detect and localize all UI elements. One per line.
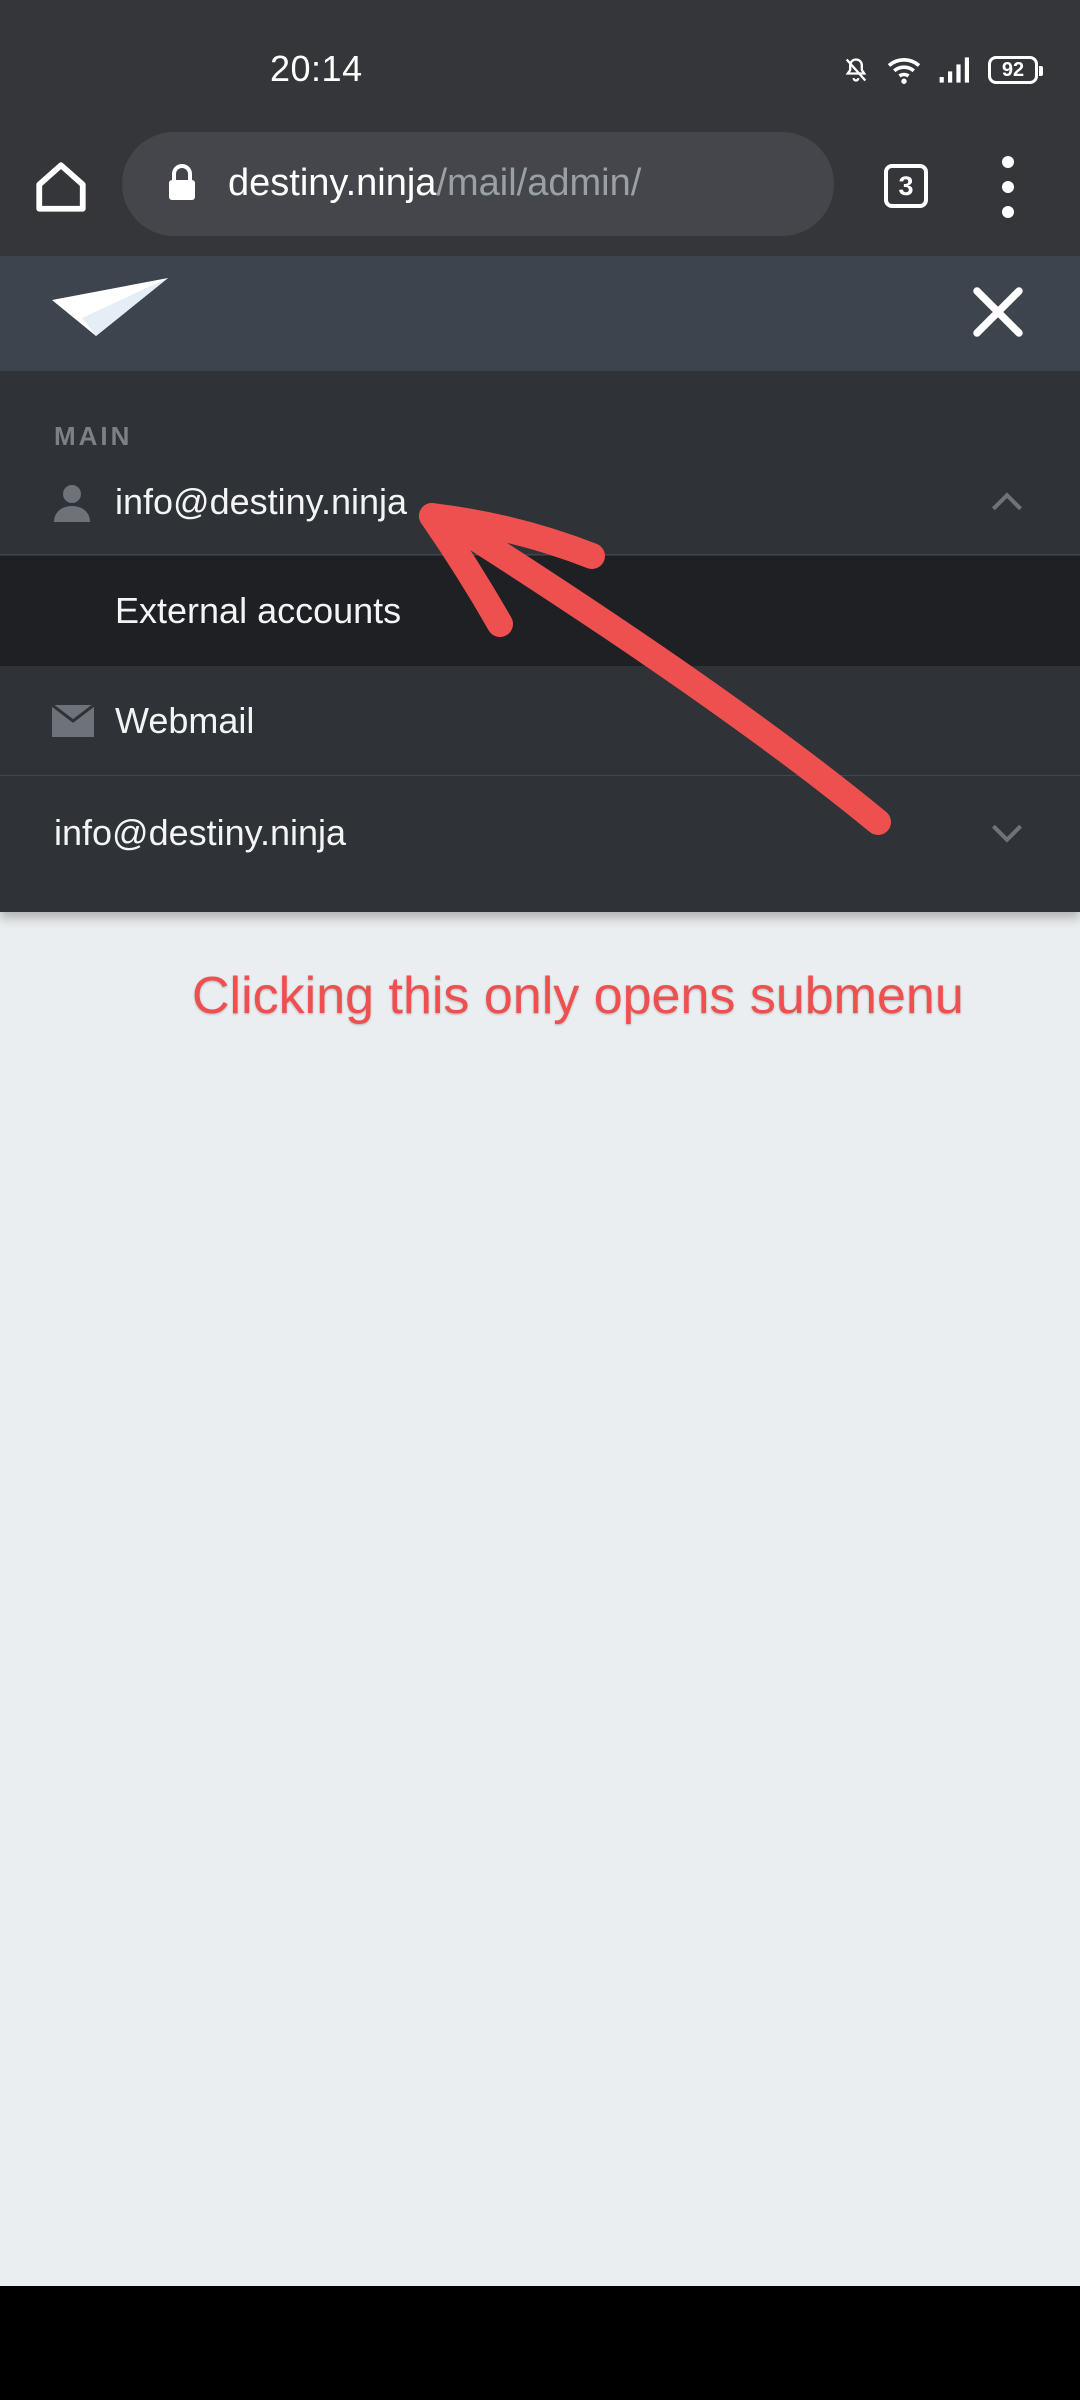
status-bar: 20:14 92 <box>0 0 1080 118</box>
menu-item-account-label: info@destiny.ninja <box>115 480 408 522</box>
menu-item-account[interactable]: info@destiny.ninja <box>0 449 1080 555</box>
envelope-icon <box>52 704 94 737</box>
home-icon[interactable] <box>32 158 90 216</box>
chevron-up-icon <box>991 491 1023 510</box>
chevron-down-icon <box>991 824 1023 843</box>
nav-header <box>0 256 1080 371</box>
menu-item-user[interactable]: info@destiny.ninja <box>0 777 1080 889</box>
annotation-text: Clicking this only opens submenu <box>192 967 964 1025</box>
url-text: destiny.ninja/mail/admin/ <box>228 162 641 205</box>
paper-plane-icon[interactable] <box>52 278 170 346</box>
menu-item-webmail[interactable]: Webmail <box>0 666 1080 776</box>
submenu-item-label: External accounts <box>115 590 402 631</box>
web-content: MAIN info@destiny.ninja External account… <box>0 256 1080 2286</box>
status-time: 20:14 <box>270 48 363 89</box>
user-icon <box>54 484 90 522</box>
overflow-menu-icon[interactable] <box>996 156 1020 218</box>
submenu-item-external-accounts[interactable]: External accounts <box>0 556 1080 666</box>
status-icons: 92 <box>842 52 1043 88</box>
address-bar[interactable]: destiny.ninja/mail/admin/ <box>122 132 834 236</box>
tab-switcher-icon[interactable]: 3 <box>884 164 928 208</box>
url-domain: destiny.ninja <box>228 162 437 204</box>
mute-bell-icon <box>845 58 867 82</box>
section-label-main: MAIN <box>54 421 133 451</box>
signal-icon <box>939 57 969 83</box>
browser-toolbar: destiny.ninja/mail/admin/ 3 <box>0 118 1080 256</box>
close-icon[interactable] <box>970 284 1026 340</box>
wifi-icon <box>887 58 921 84</box>
lock-icon <box>169 164 195 200</box>
battery-icon: 92 <box>988 56 1043 84</box>
system-navigation-bar <box>0 2286 1080 2400</box>
nav-menu: MAIN info@destiny.ninja External account… <box>0 371 1080 912</box>
menu-item-webmail-label: Webmail <box>115 699 255 741</box>
menu-item-user-label: info@destiny.ninja <box>54 812 347 853</box>
url-path: /mail/admin/ <box>436 162 642 204</box>
